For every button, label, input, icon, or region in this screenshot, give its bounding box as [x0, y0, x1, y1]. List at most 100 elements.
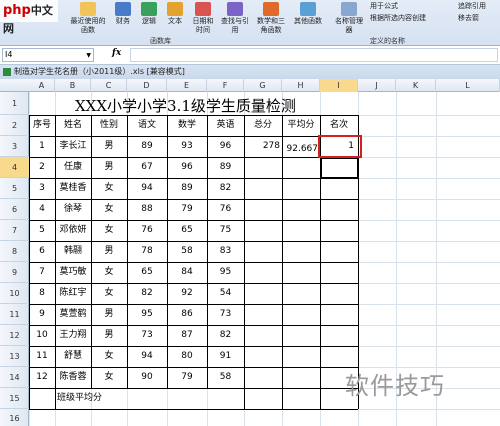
table-cell[interactable]: 韩翮 — [55, 241, 91, 262]
table-cell[interactable]: 84 — [167, 262, 207, 283]
column-header-B[interactable]: B — [55, 79, 91, 92]
table-cell[interactable] — [282, 370, 320, 391]
table-cell[interactable]: 65 — [127, 262, 167, 283]
table-cell[interactable] — [282, 181, 320, 202]
finance-button[interactable]: 财务 — [112, 2, 134, 32]
table-cell[interactable]: 73 — [127, 325, 167, 346]
formula-input[interactable] — [130, 48, 498, 62]
create-from-selection-button[interactable]: 根据所选内容创建 — [370, 14, 450, 24]
table-cell[interactable] — [244, 157, 282, 178]
use-in-formula-button[interactable]: 用于公式 — [370, 2, 440, 12]
logic-button[interactable]: 逻辑 — [138, 2, 160, 32]
column-header-F[interactable]: F — [207, 79, 244, 92]
table-cell[interactable]: 89 — [167, 178, 207, 199]
table-cell[interactable]: 82 — [207, 325, 244, 346]
table-cell[interactable]: 89 — [207, 157, 244, 178]
table-cell[interactable]: 82 — [207, 178, 244, 199]
text-button[interactable]: 文本 — [164, 2, 186, 32]
table-cell[interactable]: 8 — [29, 283, 55, 304]
table-cell[interactable] — [244, 346, 282, 367]
table-cell[interactable] — [282, 328, 320, 349]
table-cell[interactable] — [320, 304, 358, 325]
table-cell[interactable]: 徐琴 — [55, 199, 91, 220]
table-cell[interactable] — [244, 199, 282, 220]
header-cell[interactable]: 名次 — [320, 115, 358, 136]
table-cell[interactable]: 58 — [167, 241, 207, 262]
column-header-I[interactable]: I — [320, 79, 358, 92]
table-cell[interactable] — [282, 160, 320, 181]
row-header-7[interactable]: 7 — [0, 220, 29, 241]
table-cell[interactable] — [244, 262, 282, 283]
table-cell[interactable]: 王力翔 — [55, 325, 91, 346]
row-header-15[interactable]: 15 — [0, 388, 29, 409]
table-cell[interactable]: 94 — [127, 346, 167, 367]
trace-precedents-button[interactable]: 追踪引用 — [458, 2, 500, 12]
column-header-L[interactable]: L — [436, 79, 500, 92]
header-cell[interactable]: 序号 — [29, 115, 55, 136]
table-cell[interactable]: 94 — [127, 178, 167, 199]
table-cell[interactable] — [320, 241, 358, 262]
table-cell[interactable]: 女 — [91, 178, 127, 199]
table-cell[interactable]: 96 — [167, 157, 207, 178]
table-cell[interactable] — [320, 178, 358, 199]
table-cell[interactable]: 86 — [167, 304, 207, 325]
table-cell[interactable]: 76 — [127, 220, 167, 241]
column-header-D[interactable]: D — [127, 79, 167, 92]
datetime-button[interactable]: 日期和时间 — [190, 2, 216, 34]
table-cell[interactable]: 陈香蓉 — [55, 367, 91, 388]
remove-arrows-button[interactable]: 移去箭 — [458, 14, 500, 24]
row-header-8[interactable]: 8 — [0, 241, 29, 262]
header-cell[interactable]: 姓名 — [55, 115, 91, 136]
header-cell[interactable]: 平均分 — [282, 115, 320, 136]
table-cell[interactable]: 女 — [91, 283, 127, 304]
table-cell[interactable] — [282, 202, 320, 223]
table-cell[interactable] — [244, 325, 282, 346]
table-cell[interactable]: 87 — [167, 325, 207, 346]
column-header-A[interactable]: A — [29, 79, 55, 92]
active-cell-cursor[interactable] — [320, 157, 359, 179]
table-cell[interactable] — [320, 346, 358, 367]
table-cell[interactable]: 75 — [207, 220, 244, 241]
table-cell[interactable]: 7 — [29, 262, 55, 283]
row-header-4[interactable]: 4 — [0, 157, 29, 178]
table-cell[interactable]: 83 — [207, 241, 244, 262]
table-cell[interactable]: 67 — [127, 157, 167, 178]
table-cell[interactable]: 73 — [207, 304, 244, 325]
lookup-button[interactable]: 查找与引用 — [220, 2, 250, 34]
table-cell[interactable]: 89 — [127, 136, 167, 157]
row-header-10[interactable]: 10 — [0, 283, 29, 304]
table-cell[interactable]: 54 — [207, 283, 244, 304]
table-cell[interactable]: 80 — [167, 346, 207, 367]
table-cell[interactable] — [320, 283, 358, 304]
table-cell[interactable]: 3 — [29, 178, 55, 199]
table-cell[interactable] — [282, 349, 320, 370]
table-cell[interactable] — [244, 304, 282, 325]
row-header-1[interactable]: 1 — [0, 92, 29, 115]
column-header-G[interactable]: G — [244, 79, 282, 92]
table-cell[interactable]: 女 — [91, 199, 127, 220]
table-cell[interactable]: 58 — [207, 367, 244, 388]
row-header-14[interactable]: 14 — [0, 367, 29, 388]
table-cell[interactable]: 278 — [244, 136, 282, 157]
footer-label[interactable]: 班级平均分 — [55, 388, 167, 409]
name-manager-button[interactable]: 名称管理器 — [334, 2, 364, 34]
table-cell[interactable] — [282, 223, 320, 244]
table-cell[interactable]: 78 — [127, 241, 167, 262]
recent-functions-button[interactable]: 最近使用的函数 — [68, 2, 108, 34]
header-cell[interactable]: 性别 — [91, 115, 127, 136]
table-cell[interactable]: 90 — [127, 367, 167, 388]
column-header-C[interactable]: C — [91, 79, 127, 92]
column-header-E[interactable]: E — [167, 79, 207, 92]
table-cell[interactable]: 任康 — [55, 157, 91, 178]
table-cell[interactable] — [244, 283, 282, 304]
table-cell[interactable] — [282, 286, 320, 307]
table-cell[interactable]: 11 — [29, 346, 55, 367]
table-cell[interactable]: 93 — [167, 136, 207, 157]
table-cell[interactable]: 79 — [167, 199, 207, 220]
table-cell[interactable] — [282, 244, 320, 265]
table-cell[interactable]: 96 — [207, 136, 244, 157]
table-cell[interactable]: 莫萱鹤 — [55, 304, 91, 325]
header-cell[interactable]: 总分 — [244, 115, 282, 136]
table-cell[interactable] — [320, 325, 358, 346]
row-header-13[interactable]: 13 — [0, 346, 29, 367]
